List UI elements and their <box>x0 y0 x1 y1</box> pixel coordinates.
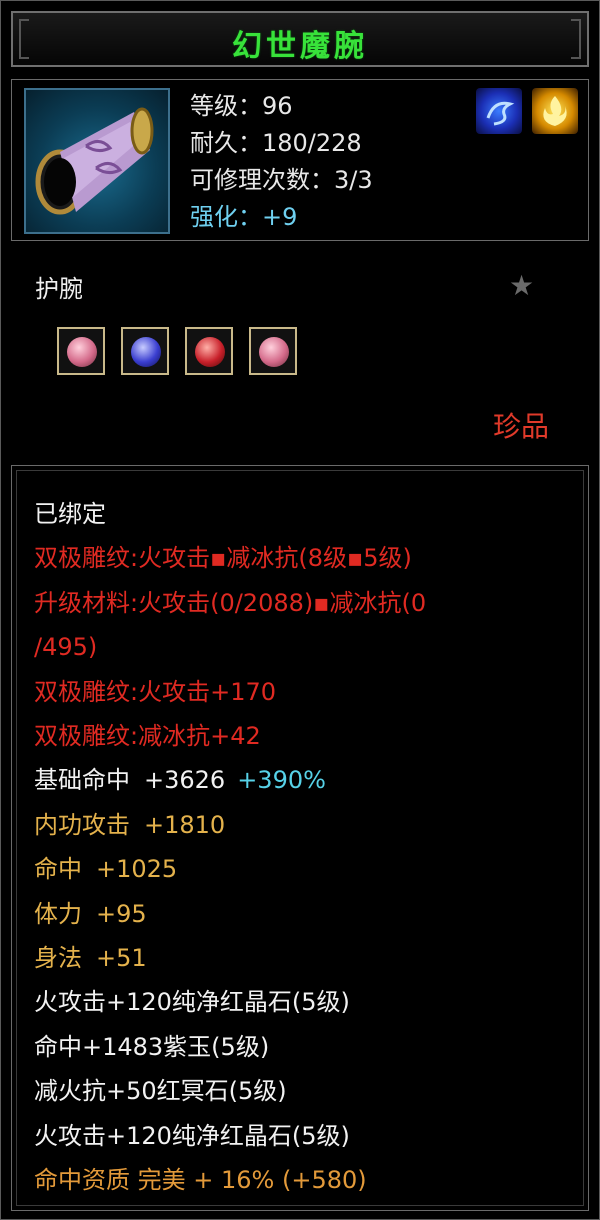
aptitude-line: 命中资质 完美 + 16% (+580) <box>34 1166 367 1195</box>
bound-status: 已绑定 <box>34 500 106 528</box>
gem-slot-3[interactable] <box>185 327 233 375</box>
hit-label: 命中 <box>34 855 82 884</box>
blue-gem-icon <box>131 337 161 367</box>
inner-attack-line: 内功攻击 +1810 <box>34 803 426 847</box>
red-gem-icon <box>195 337 225 367</box>
bracer-icon <box>24 88 170 234</box>
stamina-label: 体力 <box>34 899 82 928</box>
carve-line: 双极雕纹:火攻击▪减冰抗(8级▪5级) <box>34 544 412 573</box>
gem-slot-1[interactable] <box>57 327 105 375</box>
item-type: 护腕 <box>35 275 83 303</box>
gem-slot-4[interactable] <box>249 327 297 375</box>
enhance-stat: 强化：+9 <box>190 203 298 231</box>
carve-line: 双极雕纹:减冰抗+42 <box>34 722 261 751</box>
hit-value: +1025 <box>96 855 178 884</box>
inner-attack-label: 内功攻击 <box>34 810 130 839</box>
blue-swirl-icon <box>476 88 522 134</box>
title-bar: 幻世魔腕 <box>11 11 589 67</box>
item-stats: 等级：96 耐久：180/228 可修理次数：3/3 强化：+9 <box>190 88 373 236</box>
item-name: 幻世魔腕 <box>232 29 368 64</box>
base-hit-line: 基础命中 +3626 +390% <box>34 758 426 802</box>
gem-bonus-line: 火攻击+120纯净红晶石(5级) <box>34 988 350 1017</box>
agility-line: 身法 +51 <box>34 936 426 980</box>
gem-bonus-line: 命中+1483紫玉(5级) <box>34 1032 270 1061</box>
rarity-label: 珍品 <box>493 410 550 443</box>
pink-gem-icon <box>259 337 289 367</box>
hit-line: 命中 +1025 <box>34 847 426 891</box>
material-line: 升级材料:火攻击(0/2088)▪减冰抗(0 <box>34 588 427 617</box>
agility-value: +51 <box>96 944 147 973</box>
attributes-panel: 已绑定 双极雕纹:火攻击▪减冰抗(8级▪5级) 升级材料:火攻击(0/2088)… <box>11 465 589 1211</box>
gem-slot-2[interactable] <box>121 327 169 375</box>
base-hit-value: +3626 <box>144 766 226 795</box>
stamina-line: 体力 +95 <box>34 892 426 936</box>
base-hit-bonus: +390% <box>237 766 326 795</box>
pink-gem-icon <box>67 337 97 367</box>
item-header: 等级：96 耐久：180/228 可修理次数：3/3 强化：+9 <box>11 79 589 241</box>
gold-flame-icon <box>532 88 578 134</box>
favorite-star-icon[interactable]: ★ <box>509 269 534 302</box>
carve-line: 双极雕纹:火攻击+170 <box>34 677 277 706</box>
material-line-cont: /495) <box>34 633 98 662</box>
gem-bonus-line: 减火抗+50红冥石(5级) <box>34 1077 287 1106</box>
base-hit-label: 基础命中 <box>34 766 130 795</box>
agility-label: 身法 <box>34 944 82 973</box>
gem-bonus-line: 火攻击+120纯净红晶石(5级) <box>34 1121 350 1150</box>
level-stat: 等级：96 <box>190 92 293 120</box>
repairs-stat: 可修理次数：3/3 <box>190 166 373 194</box>
item-tooltip: 幻世魔腕 等级：96 耐久：180/228 可修理次数：3/3 强化：+9 护腕… <box>0 0 600 1220</box>
stamina-value: +95 <box>96 899 147 928</box>
durability-stat: 耐久：180/228 <box>190 129 362 157</box>
inner-attack-value: +1810 <box>144 810 226 839</box>
